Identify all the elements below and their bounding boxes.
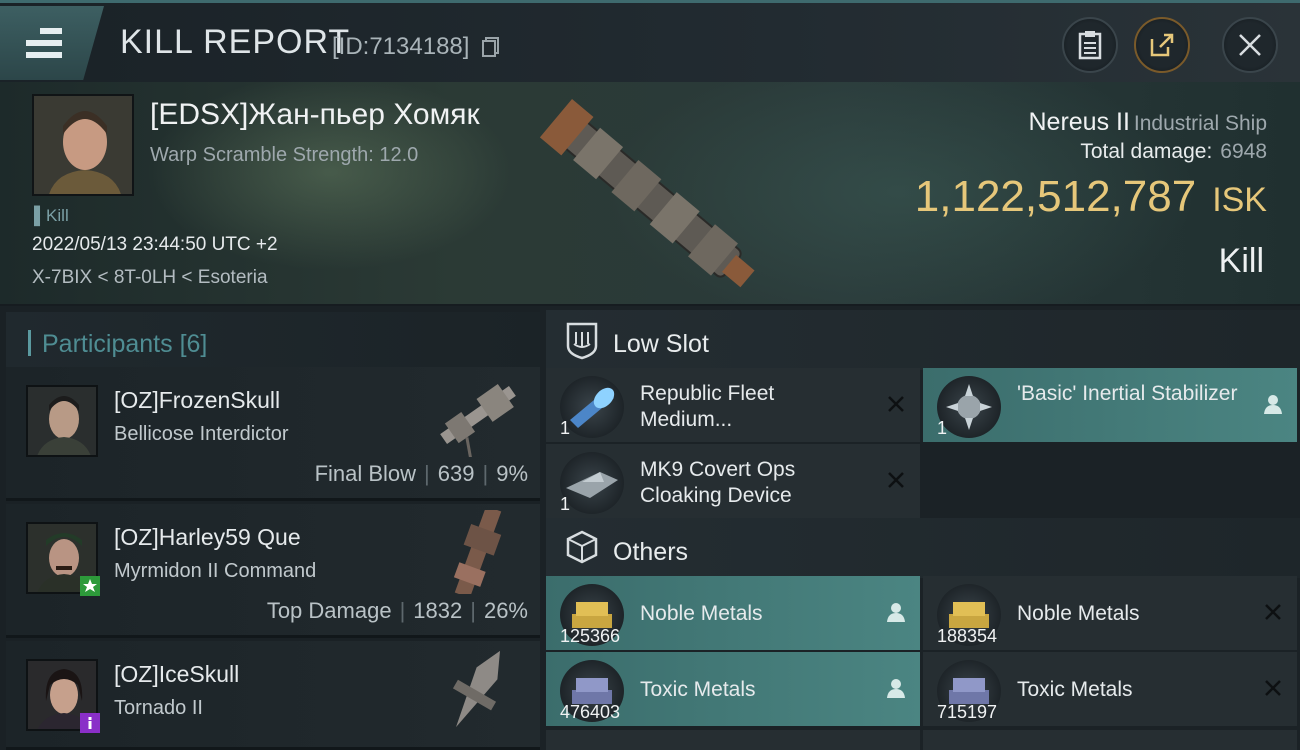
participant-name: [OZ]Harley59 Que xyxy=(114,524,301,550)
total-damage: Total damage: 6948 xyxy=(1080,140,1267,163)
report-id: [ID:7134188] xyxy=(332,33,470,60)
participant-name: [OZ]IceSkull xyxy=(114,661,240,687)
victim-ship-image[interactable] xyxy=(528,92,778,302)
share-icon xyxy=(1150,33,1174,57)
isk-value: 1,122,512,787 ISK xyxy=(914,172,1267,221)
cargo-item[interactable]: 188354 Noble Metals xyxy=(923,576,1297,650)
participant-row[interactable]: [OZ]IceSkull Tornado II xyxy=(6,641,540,750)
cargo-item[interactable]: 125366 Noble Metals xyxy=(546,576,920,650)
destroyed-icon xyxy=(888,472,904,488)
result-label: Kill xyxy=(1218,242,1264,280)
participant-row[interactable]: [OZ]FrozenSkull Bellicose Interdictor Fi… xyxy=(6,367,540,501)
participants-label: Participants [6] xyxy=(42,330,208,358)
others-header: Others xyxy=(546,518,1300,578)
participant-ship: Bellicose Interdictor xyxy=(114,423,289,445)
participant-ship: Myrmidon II Command xyxy=(114,560,317,582)
kill-location[interactable]: X-7BIX < 8T-0LH < Esoteria xyxy=(32,267,268,289)
menu-icon xyxy=(26,28,62,64)
share-button[interactable] xyxy=(1134,17,1190,73)
cargo-item[interactable] xyxy=(923,730,1297,750)
top-bar: KILL REPORT [ID:7134188] xyxy=(0,0,1300,82)
victim-panel: [EDSX]Жан-пьер Хомяк Warp Scramble Stren… xyxy=(0,82,1300,306)
menu-button[interactable] xyxy=(0,6,104,80)
destroyed-icon xyxy=(1265,604,1281,620)
participant-stats: Top Damage | 1832 | 26% xyxy=(266,598,528,623)
kill-time: 2022/05/13 23:44:50 UTC +2 xyxy=(32,234,278,255)
kill-tag: ▌Kill xyxy=(34,206,69,225)
victim-ship[interactable]: Nereus II Industrial Ship xyxy=(1028,108,1267,137)
participant-name: [OZ]FrozenSkull xyxy=(114,387,281,413)
module-item[interactable]: 1 MK9 Covert Ops Cloaking Device xyxy=(546,444,920,518)
participants-panel: Participants [6] [OZ]FrozenSkull Bellico… xyxy=(0,306,540,750)
destroyed-icon xyxy=(1265,680,1281,696)
close-icon xyxy=(1239,34,1261,56)
module-item[interactable]: 1 Republic Fleet Medium... xyxy=(546,368,920,442)
participant-row[interactable]: [OZ]Harley59 Que Myrmidon II Command Top… xyxy=(6,504,540,638)
clipboard-button[interactable] xyxy=(1062,17,1118,73)
page-title: KILL REPORT xyxy=(120,23,351,61)
info-badge-icon xyxy=(80,713,100,733)
cube-icon xyxy=(566,530,598,564)
low-slot-header: Low Slot xyxy=(546,310,1300,370)
participant-stats: Final Blow | 639 | 9% xyxy=(314,461,528,486)
person-icon xyxy=(1264,395,1282,414)
fitting-panel: Low Slot 1 Republic Fleet Medium... 1 'B… xyxy=(540,306,1300,750)
warp-scramble-strength: Warp Scramble Strength: 12.0 xyxy=(150,144,419,166)
person-icon xyxy=(887,679,905,698)
participant-ship-image xyxy=(440,384,516,457)
person-icon xyxy=(887,603,905,622)
module-item[interactable]: 1 'Basic' Inertial Stabilizer xyxy=(923,368,1297,442)
avatar xyxy=(26,385,98,457)
participant-ship: Tornado II xyxy=(114,697,203,719)
participant-ship-image xyxy=(453,510,502,594)
close-button[interactable] xyxy=(1222,17,1278,73)
cargo-item[interactable]: 715197 Toxic Metals xyxy=(923,652,1297,726)
low-slot-icon xyxy=(566,322,598,360)
participant-ship-image xyxy=(452,650,500,728)
copy-icon[interactable] xyxy=(482,37,500,57)
destroyed-icon xyxy=(888,396,904,412)
victim-name[interactable]: [EDSX]Жан-пьер Хомяк xyxy=(150,98,480,132)
cargo-item[interactable]: 476403 Toxic Metals xyxy=(546,652,920,726)
clipboard-icon xyxy=(1078,31,1102,60)
star-badge-icon xyxy=(80,576,100,596)
cargo-item[interactable] xyxy=(546,730,920,750)
participants-header[interactable]: Participants [6] xyxy=(6,312,540,372)
victim-portrait[interactable] xyxy=(32,94,134,196)
